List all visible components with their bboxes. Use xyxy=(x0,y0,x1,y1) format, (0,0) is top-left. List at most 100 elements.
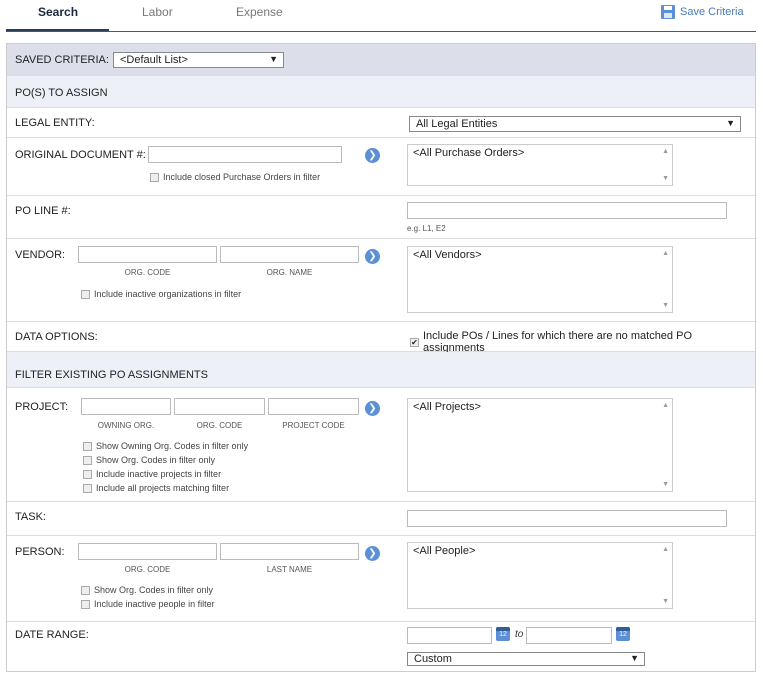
legal-entity-select[interactable]: All Legal Entities ▼ xyxy=(409,116,741,132)
person-org-code-input[interactable] xyxy=(78,543,217,560)
person-row: PERSON: ❯ ORG. CODE LAST NAME Show Org. … xyxy=(7,536,755,622)
chevron-down-icon: ▼ xyxy=(269,54,278,64)
tab-expense[interactable]: Expense xyxy=(236,5,283,19)
scroll-down-icon[interactable]: ▼ xyxy=(662,175,669,182)
calendar-icon[interactable]: 12 xyxy=(616,627,630,641)
vendor-row: VENDOR: ❯ ORG. CODE ORG. NAME Include in… xyxy=(7,239,755,322)
arrow-right-icon[interactable]: ❯ xyxy=(365,401,380,416)
date-to-input[interactable] xyxy=(526,627,612,644)
people-list-item[interactable]: <All People> xyxy=(413,545,475,557)
projects-list[interactable]: <All Projects> ▲ ▼ xyxy=(407,398,673,492)
legal-entity-label: LEGAL ENTITY: xyxy=(15,117,95,129)
scroll-down-icon[interactable]: ▼ xyxy=(662,302,669,309)
checkbox-box[interactable] xyxy=(83,469,92,479)
checkbox-box[interactable] xyxy=(83,483,92,493)
project-label: PROJECT: xyxy=(15,401,69,413)
tab-labor[interactable]: Labor xyxy=(142,5,173,19)
vendor-org-code-input[interactable] xyxy=(78,246,217,263)
checkbox-label: Show Org. Codes in filter only xyxy=(96,455,216,465)
task-input[interactable] xyxy=(407,510,727,527)
checkbox-box[interactable] xyxy=(81,289,90,299)
checkbox-label: Include inactive projects in filter xyxy=(96,469,222,479)
date-range-value: Custom xyxy=(414,653,452,665)
include-inactive-people-checkbox[interactable]: Include inactive people in filter xyxy=(81,599,215,609)
date-range-label: DATE RANGE: xyxy=(15,629,89,641)
include-closed-po-checkbox[interactable]: Include closed Purchase Orders in filter xyxy=(150,172,320,182)
section-title: PO(S) TO ASSIGN xyxy=(15,87,108,99)
include-unmatched-label: Include POs / Lines for which there are … xyxy=(422,330,692,354)
include-unmatched-checkbox[interactable]: ✔ Include POs / Lines for which there ar… xyxy=(410,330,755,354)
person-org-code-caption: ORG. CODE xyxy=(124,565,171,574)
original-document-row: ORIGINAL DOCUMENT #: ❯ Include closed Pu… xyxy=(7,138,755,196)
person-label: PERSON: xyxy=(15,546,65,558)
project-row: PROJECT: ❯ OWNING ORG. ORG. CODE PROJECT… xyxy=(7,388,755,502)
legal-entity-row: LEGAL ENTITY: All Legal Entities ▼ xyxy=(7,108,755,138)
person-last-name-input[interactable] xyxy=(220,543,359,560)
include-all-projects-checkbox[interactable]: Include all projects matching filter xyxy=(83,483,229,493)
checkbox-box[interactable] xyxy=(81,599,90,609)
scroll-up-icon[interactable]: ▲ xyxy=(662,250,669,257)
save-criteria-label: Save Criteria xyxy=(680,6,744,18)
date-range-select[interactable]: Custom ▼ xyxy=(407,652,645,666)
project-code-input[interactable] xyxy=(268,398,359,415)
projects-list-item[interactable]: <All Projects> xyxy=(413,401,481,413)
scroll-up-icon[interactable]: ▲ xyxy=(662,402,669,409)
saved-criteria-row: SAVED CRITERIA: <Default List> ▼ xyxy=(7,44,755,76)
saved-criteria-select[interactable]: <Default List> ▼ xyxy=(113,52,284,68)
section-pos-to-assign: PO(S) TO ASSIGN xyxy=(7,76,755,108)
scroll-down-icon[interactable]: ▼ xyxy=(662,481,669,488)
search-panel: SAVED CRITERIA: <Default List> ▼ PO(S) T… xyxy=(6,43,756,672)
project-owning-org-input[interactable] xyxy=(81,398,171,415)
people-list[interactable]: <All People> ▲ ▼ xyxy=(407,542,673,609)
purchase-orders-list-item[interactable]: <All Purchase Orders> xyxy=(413,147,524,159)
vendors-list[interactable]: <All Vendors> ▲ ▼ xyxy=(407,246,673,313)
section-filter-existing: FILTER EXISTING PO ASSIGNMENTS xyxy=(7,352,755,388)
org-code-caption: ORG. CODE xyxy=(196,421,243,430)
arrow-right-icon[interactable]: ❯ xyxy=(365,546,380,561)
tab-divider xyxy=(6,31,756,32)
calendar-icon[interactable]: 12 xyxy=(496,627,510,641)
show-person-org-codes-checkbox[interactable]: Show Org. Codes in filter only xyxy=(81,585,213,595)
vendor-org-code-caption: ORG. CODE xyxy=(124,268,171,277)
checkbox-box-checked[interactable]: ✔ xyxy=(410,337,419,347)
arrow-right-icon[interactable]: ❯ xyxy=(365,249,380,264)
project-org-code-input[interactable] xyxy=(174,398,265,415)
person-last-name-caption: LAST NAME xyxy=(266,565,313,574)
checkbox-box[interactable] xyxy=(83,441,92,451)
chevron-down-icon: ▼ xyxy=(726,118,735,128)
checkbox-label: Include inactive people in filter xyxy=(94,599,215,609)
original-document-input[interactable] xyxy=(148,146,342,163)
po-line-label: PO LINE #: xyxy=(15,205,71,217)
data-options-row: DATA OPTIONS: ✔ Include POs / Lines for … xyxy=(7,322,755,354)
calendar-day: 12 xyxy=(619,631,627,638)
scroll-up-icon[interactable]: ▲ xyxy=(662,148,669,155)
include-inactive-projects-checkbox[interactable]: Include inactive projects in filter xyxy=(83,469,221,479)
vendors-list-item[interactable]: <All Vendors> xyxy=(413,249,482,261)
save-criteria-button[interactable]: Save Criteria xyxy=(661,5,744,19)
checkbox-box[interactable] xyxy=(150,172,159,182)
date-range-row: DATE RANGE: 12 to 12 Custom ▼ xyxy=(7,622,755,672)
include-inactive-orgs-checkbox[interactable]: Include inactive organizations in filter xyxy=(81,289,241,299)
show-org-codes-checkbox[interactable]: Show Org. Codes in filter only xyxy=(83,455,215,465)
tab-bar: Search Labor Expense Save Criteria xyxy=(0,0,763,33)
po-line-row: PO LINE #: e.g. L1, E2 xyxy=(7,196,755,239)
date-from-input[interactable] xyxy=(407,627,492,644)
checkbox-box[interactable] xyxy=(81,585,90,595)
arrow-right-icon[interactable]: ❯ xyxy=(365,148,380,163)
saved-criteria-label: SAVED CRITERIA: xyxy=(15,54,109,66)
purchase-orders-list[interactable]: <All Purchase Orders> ▲ ▼ xyxy=(407,144,673,186)
vendor-label: VENDOR: xyxy=(15,249,66,261)
scroll-up-icon[interactable]: ▲ xyxy=(662,546,669,553)
po-line-input[interactable] xyxy=(407,202,727,219)
owning-org-caption: OWNING ORG. xyxy=(97,421,155,430)
include-closed-po-label: Include closed Purchase Orders in filter xyxy=(163,172,321,182)
vendor-org-name-input[interactable] xyxy=(220,246,359,263)
tab-search[interactable]: Search xyxy=(38,5,78,19)
checkbox-box[interactable] xyxy=(83,455,92,465)
date-to-separator: to xyxy=(515,629,524,640)
task-label: TASK: xyxy=(15,511,46,523)
checkbox-label: Show Owning Org. Codes in filter only xyxy=(96,441,249,451)
scroll-down-icon[interactable]: ▼ xyxy=(662,598,669,605)
show-owning-org-codes-checkbox[interactable]: Show Owning Org. Codes in filter only xyxy=(83,441,248,451)
project-code-caption: PROJECT CODE xyxy=(282,421,345,430)
